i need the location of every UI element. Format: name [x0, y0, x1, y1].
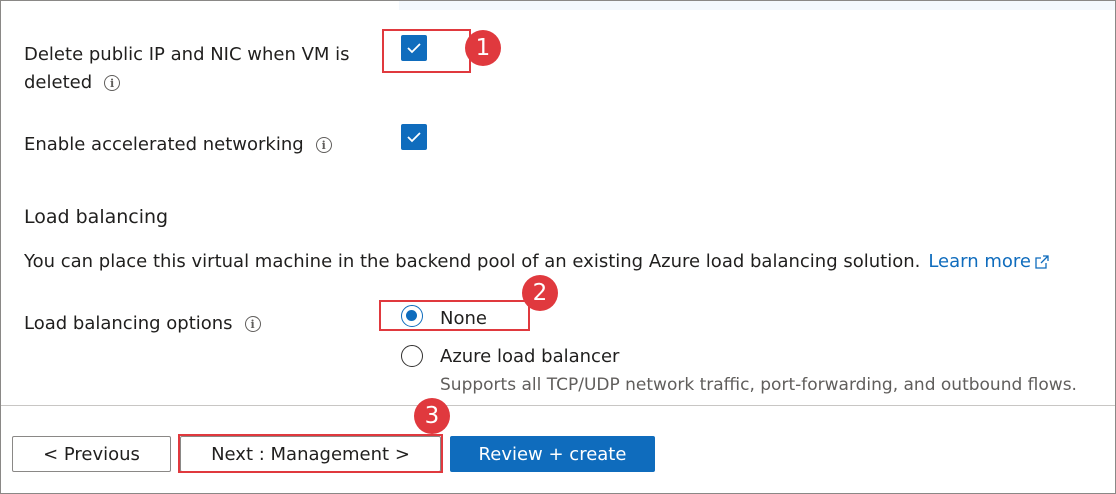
learn-more-label: Learn more	[928, 251, 1031, 272]
review-create-button[interactable]: Review + create	[450, 436, 655, 472]
annotation-badge-1: 1	[465, 30, 501, 66]
info-icon[interactable]: i	[315, 137, 332, 153]
wizard-panel: Delete public IP and NIC when VM is dele…	[0, 0, 1116, 494]
delete-ip-nic-label-row2: deleted i	[24, 69, 121, 97]
previous-button[interactable]: < Previous	[12, 436, 171, 472]
checkmark-icon	[407, 132, 421, 143]
accelerated-networking-label: Enable accelerated networking	[24, 134, 304, 155]
radio-none-label[interactable]: None	[440, 305, 487, 333]
info-icon[interactable]: i	[104, 75, 121, 91]
annotation-badge-3: 3	[414, 398, 450, 434]
footer-divider	[1, 405, 1115, 406]
learn-more-link[interactable]: Learn more	[928, 251, 1050, 272]
top-band	[399, 1, 1115, 10]
load-balancing-options-label: Load balancing options	[24, 313, 233, 334]
radio-azure-load-balancer-description: Supports all TCP/UDP network traffic, po…	[440, 375, 1077, 395]
annotation-badge-2: 2	[522, 275, 558, 311]
accelerated-networking-checkbox[interactable]	[401, 124, 427, 150]
load-balancing-title: Load balancing	[24, 206, 169, 228]
radio-azure-load-balancer[interactable]	[401, 345, 423, 367]
load-balancing-description-row: You can place this virtual machine in th…	[24, 248, 1050, 276]
load-balancing-description: You can place this virtual machine in th…	[24, 251, 921, 272]
delete-ip-nic-label-line2: deleted	[24, 72, 93, 93]
accelerated-networking-label-row: Enable accelerated networking i	[24, 131, 332, 159]
info-icon[interactable]: i	[244, 316, 261, 332]
external-link-icon	[1035, 255, 1049, 269]
load-balancing-options-label-row: Load balancing options i	[24, 310, 261, 338]
delete-ip-nic-label: Delete public IP and NIC when VM is	[24, 41, 350, 69]
checkmark-icon	[407, 43, 421, 54]
radio-none[interactable]	[401, 305, 423, 327]
next-management-button[interactable]: Next : Management >	[180, 436, 441, 472]
delete-ip-nic-label-line1: Delete public IP and NIC when VM is	[24, 44, 350, 65]
delete-ip-nic-checkbox[interactable]	[401, 35, 427, 61]
radio-azure-load-balancer-label[interactable]: Azure load balancer	[440, 343, 619, 371]
